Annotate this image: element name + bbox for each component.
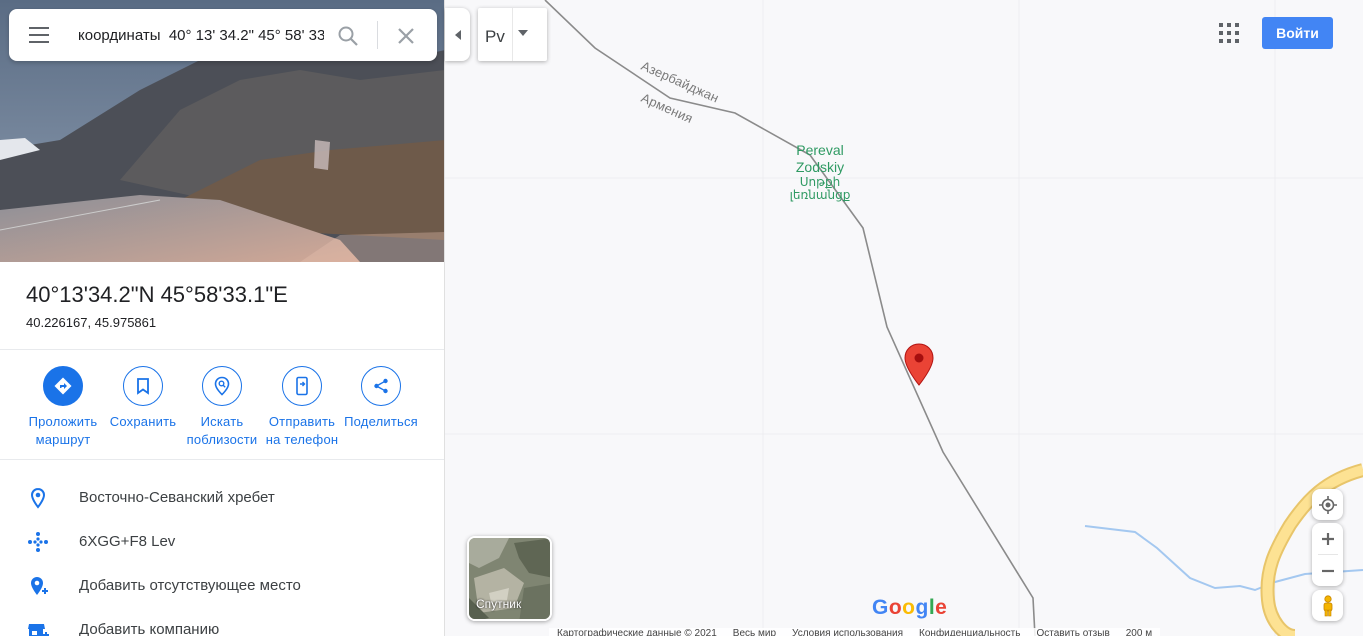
info-add-place-text: Добавить отсутствующее место <box>79 577 301 594</box>
chevron-down-icon[interactable] <box>518 30 528 36</box>
info-row-add-business[interactable]: Добавить компанию <box>0 608 444 636</box>
map-lines <box>445 0 1363 636</box>
map-canvas[interactable]: Азербайджан Армения Pereval Zodskiy Սոթք… <box>445 0 1363 636</box>
plus-code-icon <box>28 532 48 552</box>
footer-world[interactable]: Весь мир <box>733 628 776 636</box>
pegman-icon <box>1323 594 1332 616</box>
info-locality-text: Восточно-Севанский хребет <box>79 489 275 506</box>
google-logo: Google <box>872 596 948 619</box>
place-title: 40°13'34.2"N 45°58'33.1"E <box>26 282 288 307</box>
search-box <box>9 9 437 61</box>
map-footer: Картографические данные © 2021 Весь мир … <box>549 628 1161 636</box>
pass-name-armenian-line2: լեռնանցք <box>789 188 851 202</box>
zoom-out-button[interactable] <box>1312 555 1343 586</box>
search-input[interactable] <box>78 23 324 47</box>
footer-privacy[interactable]: Конфиденциальность <box>919 628 1020 636</box>
divider-top <box>0 349 444 350</box>
add-business-icon <box>28 624 49 636</box>
footer-map-data[interactable]: Картографические данные © 2021 <box>557 628 717 636</box>
street-view-pegman-button[interactable] <box>1312 590 1343 621</box>
signin-button[interactable]: Войти <box>1262 17 1333 49</box>
search-icon[interactable] <box>336 24 360 48</box>
add-place-icon <box>31 577 48 595</box>
footer-terms[interactable]: Условия использования <box>792 628 903 636</box>
directions-icon <box>43 366 83 406</box>
search-nearby-button[interactable]: Искать поблизости <box>177 366 267 449</box>
save-button[interactable]: Сохранить <box>98 366 188 431</box>
border-line <box>544 0 1036 636</box>
footer-feedback[interactable]: Оставить отзыв <box>1036 628 1109 636</box>
send-to-phone-icon <box>282 366 322 406</box>
share-icon <box>361 366 401 406</box>
share-label: Поделиться <box>344 414 418 429</box>
pass-name-line2: Zodskiy <box>795 159 845 175</box>
collapse-panel-button[interactable] <box>445 8 470 61</box>
search-nearby-label: Искать поблизости <box>186 414 258 447</box>
directions-button[interactable]: Проложить маршрут <box>18 366 108 449</box>
footer-scale[interactable]: 200 м <box>1126 628 1152 636</box>
chevron-left-icon <box>454 29 461 40</box>
my-location-icon <box>1318 495 1337 514</box>
pass-label[interactable]: Pereval Zodskiy Սոթքի լեռնանցք <box>783 142 857 202</box>
send-to-phone-button[interactable]: Отправить на телефон <box>257 366 347 449</box>
send-to-phone-label: Отправить на телефон <box>265 414 339 447</box>
location-pin-marker-icon[interactable] <box>903 343 935 387</box>
divider-middle <box>0 459 444 460</box>
satellite-layer-toggle[interactable]: Спутник <box>467 536 552 621</box>
place-side-panel: 40°13'34.2"N 45°58'33.1"E 40.226167, 45.… <box>0 0 445 636</box>
share-button[interactable]: Поделиться <box>336 366 426 431</box>
plus-icon <box>1321 532 1334 545</box>
zoom-in-button[interactable] <box>1312 523 1343 554</box>
pass-name-line1: Pereval <box>796 142 844 158</box>
save-label: Сохранить <box>109 414 177 429</box>
nearby-search-icon <box>202 366 242 406</box>
zoom-control <box>1312 523 1343 586</box>
info-plus-code-text: 6XGG+F8 Lev <box>79 533 176 550</box>
apps-grid-icon[interactable] <box>1219 23 1239 43</box>
route-mode-divider <box>512 8 513 61</box>
close-icon[interactable] <box>394 24 418 48</box>
route-mode-control[interactable]: Рv <box>478 8 547 61</box>
minus-icon <box>1321 569 1334 572</box>
place-decimal-coordinates[interactable]: 40.226167, 45.975861 <box>26 315 156 330</box>
route-mode-label: Рv <box>485 27 505 46</box>
info-row-plus-code[interactable]: 6XGG+F8 Lev <box>0 520 444 564</box>
my-location-button[interactable] <box>1312 489 1343 520</box>
info-row-locality[interactable]: Восточно-Севанский хребет <box>0 476 444 520</box>
info-add-business-text: Добавить компанию <box>79 621 220 636</box>
hamburger-menu-icon[interactable] <box>29 27 49 43</box>
location-pin-icon <box>30 487 46 509</box>
satellite-label: Спутник <box>476 597 522 611</box>
info-row-add-place[interactable]: Добавить отсутствующее место <box>0 564 444 608</box>
bookmark-icon <box>123 366 163 406</box>
search-divider <box>377 21 378 49</box>
directions-label: Проложить маршрут <box>28 414 98 447</box>
